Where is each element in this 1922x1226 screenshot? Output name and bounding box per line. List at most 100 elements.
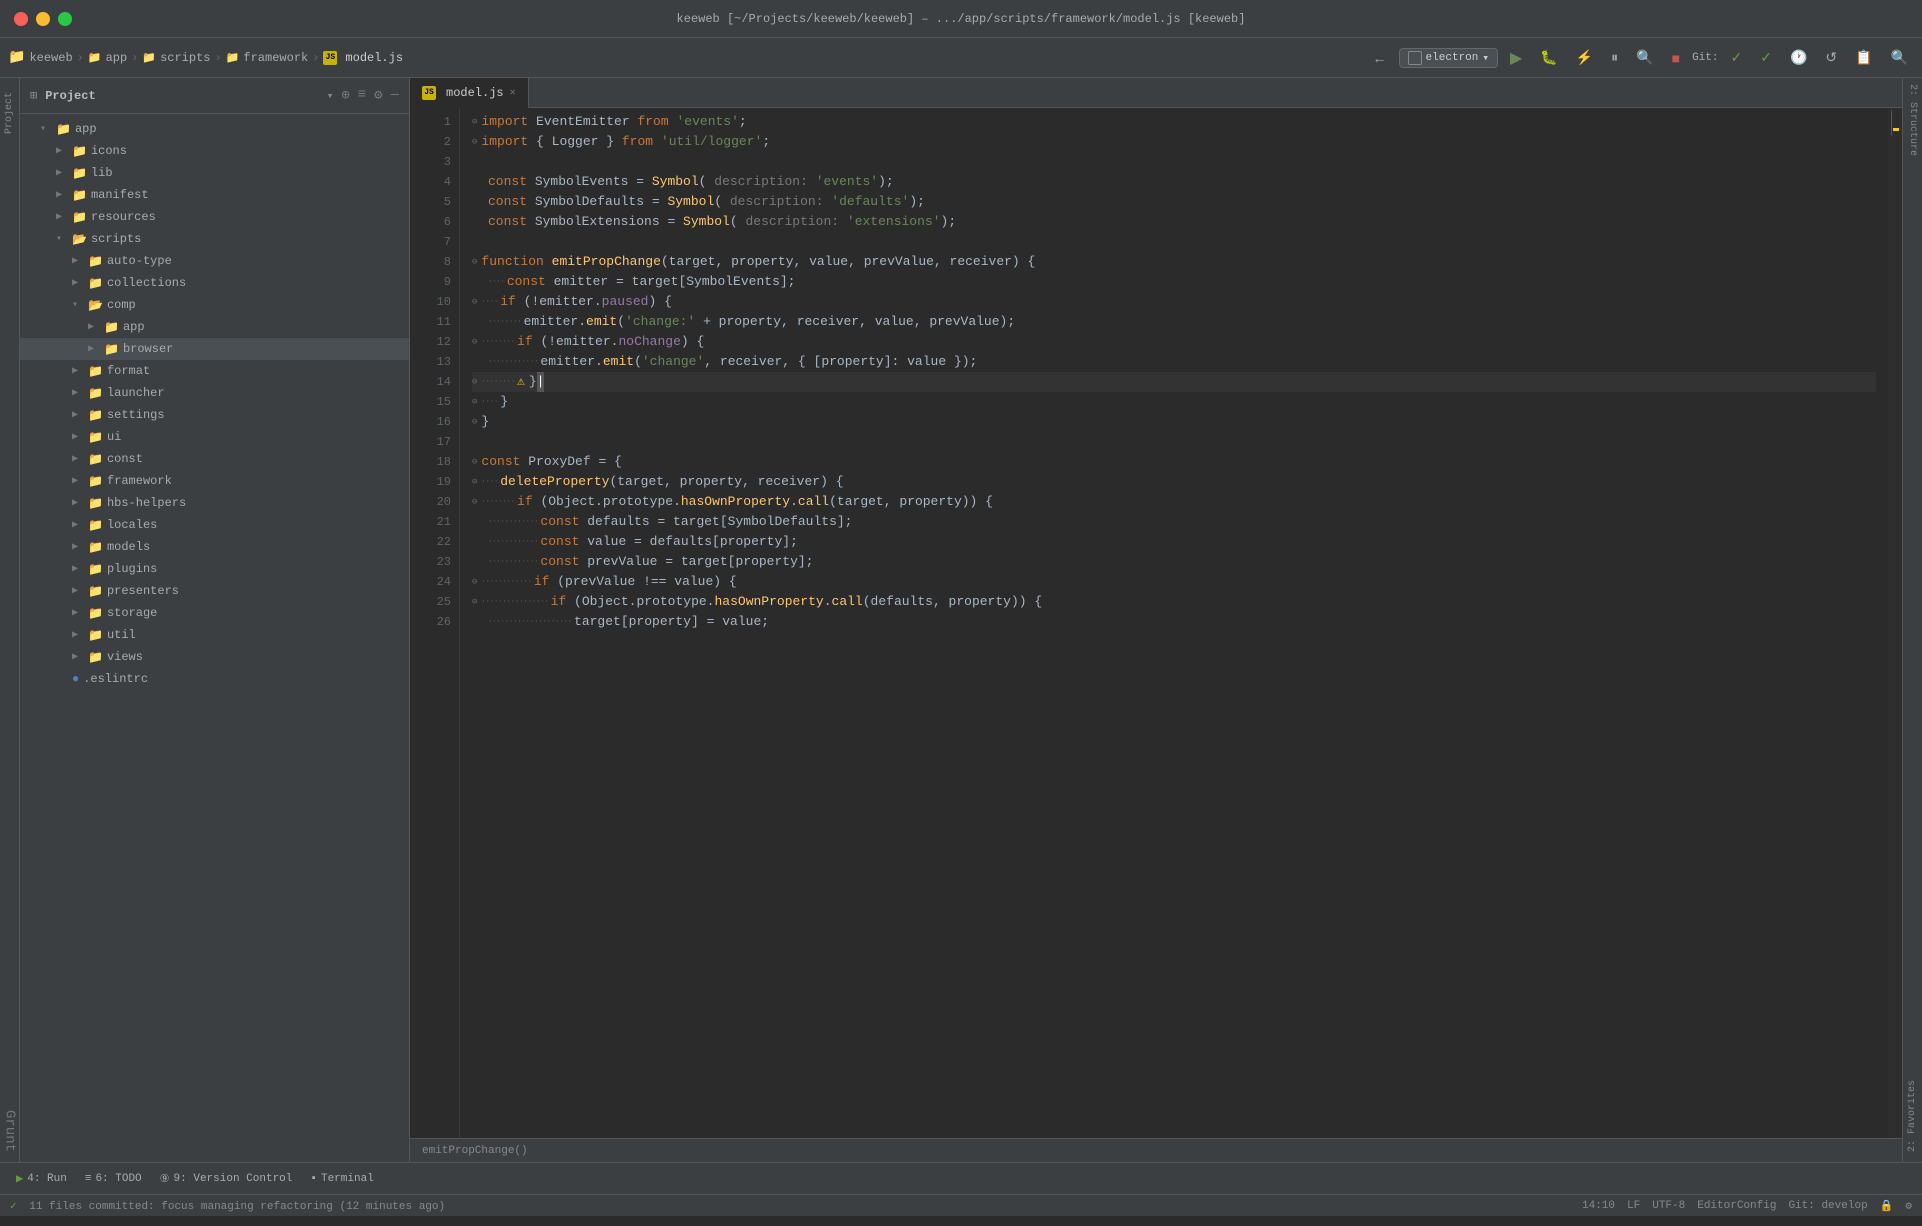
folder-icon-settings: 📁	[88, 408, 103, 423]
maximize-button[interactable]	[58, 12, 72, 26]
breadcrumb-scripts[interactable]: scripts	[160, 51, 210, 65]
tree-item-models[interactable]: ▶ 📁 models	[20, 536, 409, 558]
stop-button[interactable]: ■	[1666, 47, 1686, 69]
tree-item-browser[interactable]: ▶ 📁 browser	[20, 338, 409, 360]
minimize-panel-icon[interactable]: —	[391, 87, 399, 104]
search-button[interactable]: 🔍	[1885, 46, 1914, 69]
tree-item-app2[interactable]: ▶ 📁 app	[20, 316, 409, 338]
collapse-icon[interactable]: ≡	[358, 87, 366, 104]
tree-item-eslintrc[interactable]: ● .eslintrc	[20, 668, 409, 690]
tree-item-collections[interactable]: ▶ 📁 collections	[20, 272, 409, 294]
coverage-button[interactable]: ⚡	[1570, 46, 1599, 69]
tree-item-storage[interactable]: ▶ 📁 storage	[20, 602, 409, 624]
git-history-button[interactable]: 🕐	[1784, 46, 1813, 69]
editor-tab-model[interactable]: JS model.js ✕	[410, 78, 529, 108]
git-check-button[interactable]: ✓	[1724, 46, 1748, 69]
tree-item-views[interactable]: ▶ 📁 views	[20, 646, 409, 668]
git-revert-button[interactable]: ↺	[1819, 46, 1843, 69]
tree-arrow-framework: ▶	[72, 475, 84, 487]
tree-arrow-scripts: ▾	[56, 233, 68, 245]
tree-item-locales[interactable]: ▶ 📁 locales	[20, 514, 409, 536]
folder-icon-presenters: 📁	[88, 584, 103, 599]
minimap-marker	[1893, 128, 1899, 131]
tree-item-presenters[interactable]: ▶ 📁 presenters	[20, 580, 409, 602]
tab-close-button[interactable]: ✕	[510, 87, 516, 99]
tree-item-hbs-helpers[interactable]: ▶ 📁 hbs-helpers	[20, 492, 409, 514]
code-line-18: ⊖ const ProxyDef = {	[472, 452, 1876, 472]
folder-icon-storage: 📁	[88, 606, 103, 621]
tree-item-settings[interactable]: ▶ 📁 settings	[20, 404, 409, 426]
minimap	[1892, 108, 1900, 1138]
status-encoding[interactable]: UTF-8	[1652, 1200, 1685, 1212]
status-settings-icon[interactable]: ⚙	[1905, 1199, 1912, 1213]
status-line-ending[interactable]: LF	[1627, 1200, 1640, 1212]
folder-icon-launcher: 📁	[88, 386, 103, 401]
back-button[interactable]: ←	[1367, 47, 1393, 69]
minimize-button[interactable]	[36, 12, 50, 26]
code-line-24: ⊖ ············ if (prevValue !== value) …	[472, 572, 1876, 592]
search-button2[interactable]: 🔍	[1630, 46, 1659, 69]
tree-item-framework[interactable]: ▶ 📁 framework	[20, 470, 409, 492]
tree-item-lib[interactable]: ▶ 📁 lib	[20, 162, 409, 184]
locate-icon[interactable]: ⊕	[341, 87, 349, 104]
git-check2-button[interactable]: ✓	[1754, 46, 1778, 69]
editor-content[interactable]: 12345 678910 1112131415 1617181920 21222…	[410, 108, 1902, 1138]
tree-item-util[interactable]: ▶ 📁 util	[20, 624, 409, 646]
breadcrumb: 📁 keeweb › 📁 app › 📁 scripts › 📁 framewo…	[8, 49, 1363, 66]
git-label: Git:	[1692, 52, 1718, 64]
tree-item-app[interactable]: ▾ 📁 app	[20, 118, 409, 140]
left-vertical-panel: Project Grunt	[0, 78, 20, 1162]
vcs-panel-button[interactable]: ⑨ 9: Version Control	[152, 1170, 301, 1188]
breadcrumb-app[interactable]: app	[106, 51, 128, 65]
profile-button[interactable]: ⏸	[1605, 46, 1624, 69]
folder-icon-collections: 📁	[88, 276, 103, 291]
warning-icon: ⚠	[517, 372, 525, 392]
tree-item-format[interactable]: ▶ 📁 format	[20, 360, 409, 382]
project-label[interactable]: Project	[4, 88, 15, 138]
terminal-panel-button[interactable]: ▪ Terminal	[302, 1171, 381, 1187]
code-line-14: ⊖ ········ ⚠ }|	[472, 372, 1876, 392]
tree-arrow-locales: ▶	[72, 519, 84, 531]
status-editorconfig[interactable]: EditorConfig	[1697, 1200, 1776, 1212]
tree-item-manifest[interactable]: ▶ 📁 manifest	[20, 184, 409, 206]
project-header: ⊞ Project ▾ ⊕ ≡ ⚙ —	[20, 78, 409, 114]
tree-item-comp[interactable]: ▾ 📂 comp	[20, 294, 409, 316]
code-line-21: ············ const defaults = target[Sym…	[472, 512, 1876, 532]
code-editor[interactable]: ⊖ import EventEmitter from 'events'; ⊖ i…	[460, 108, 1888, 1138]
tree-item-ui[interactable]: ▶ 📁 ui	[20, 426, 409, 448]
tree-arrow-util: ▶	[72, 629, 84, 641]
tree-item-const[interactable]: ▶ 📁 const	[20, 448, 409, 470]
tree-arrow-storage: ▶	[72, 607, 84, 619]
status-lock-icon: 🔒	[1880, 1199, 1894, 1213]
todo-icon: ≡	[85, 1173, 92, 1185]
project-folder-icon: ⊞	[30, 88, 37, 103]
tree-item-launcher[interactable]: ▶ 📁 launcher	[20, 382, 409, 404]
status-git-branch[interactable]: Git: develop	[1788, 1200, 1867, 1212]
git-annotate-button[interactable]: 📋	[1849, 46, 1878, 69]
todo-panel-button[interactable]: ≡ 6: TODO	[77, 1171, 150, 1187]
run-config-selector[interactable]: electron ▾	[1399, 48, 1498, 68]
tree-item-resources[interactable]: ▶ 📁 resources	[20, 206, 409, 228]
breadcrumb-keeweb[interactable]: keeweb	[29, 51, 72, 65]
favorites-label[interactable]: 2: Favorites	[1907, 1080, 1918, 1152]
editor-scrollbar[interactable]	[1888, 108, 1902, 1138]
tree-item-auto-type[interactable]: ▶ 📁 auto-type	[20, 250, 409, 272]
grunt-label[interactable]: Grunt	[2, 1110, 18, 1152]
tree-item-icons[interactable]: ▶ 📁 icons	[20, 140, 409, 162]
settings-icon[interactable]: ⚙	[374, 87, 382, 104]
breadcrumb-filename[interactable]: model.js	[345, 51, 403, 65]
structure-label[interactable]: 2: Structure	[1905, 78, 1920, 162]
code-line-23: ············ const prevValue = target[pr…	[472, 552, 1876, 572]
tree-item-scripts[interactable]: ▾ 📂 scripts	[20, 228, 409, 250]
debug-button[interactable]: 🐛	[1534, 46, 1563, 69]
code-line-16: ⊖ }	[472, 412, 1876, 432]
tree-item-plugins[interactable]: ▶ 📁 plugins	[20, 558, 409, 580]
function-breadcrumb: emitPropChange()	[422, 1145, 528, 1157]
run-panel-button[interactable]: ▶ 4: Run	[8, 1169, 75, 1188]
tab-js-icon: JS	[422, 86, 436, 100]
breadcrumb-framework[interactable]: framework	[243, 51, 308, 65]
close-button[interactable]	[14, 12, 28, 26]
run-button[interactable]: ▶	[1504, 45, 1528, 71]
run-panel-label: 4: Run	[27, 1173, 67, 1185]
structure-panel[interactable]: 2: Structure 2: Favorites	[1902, 78, 1922, 1162]
